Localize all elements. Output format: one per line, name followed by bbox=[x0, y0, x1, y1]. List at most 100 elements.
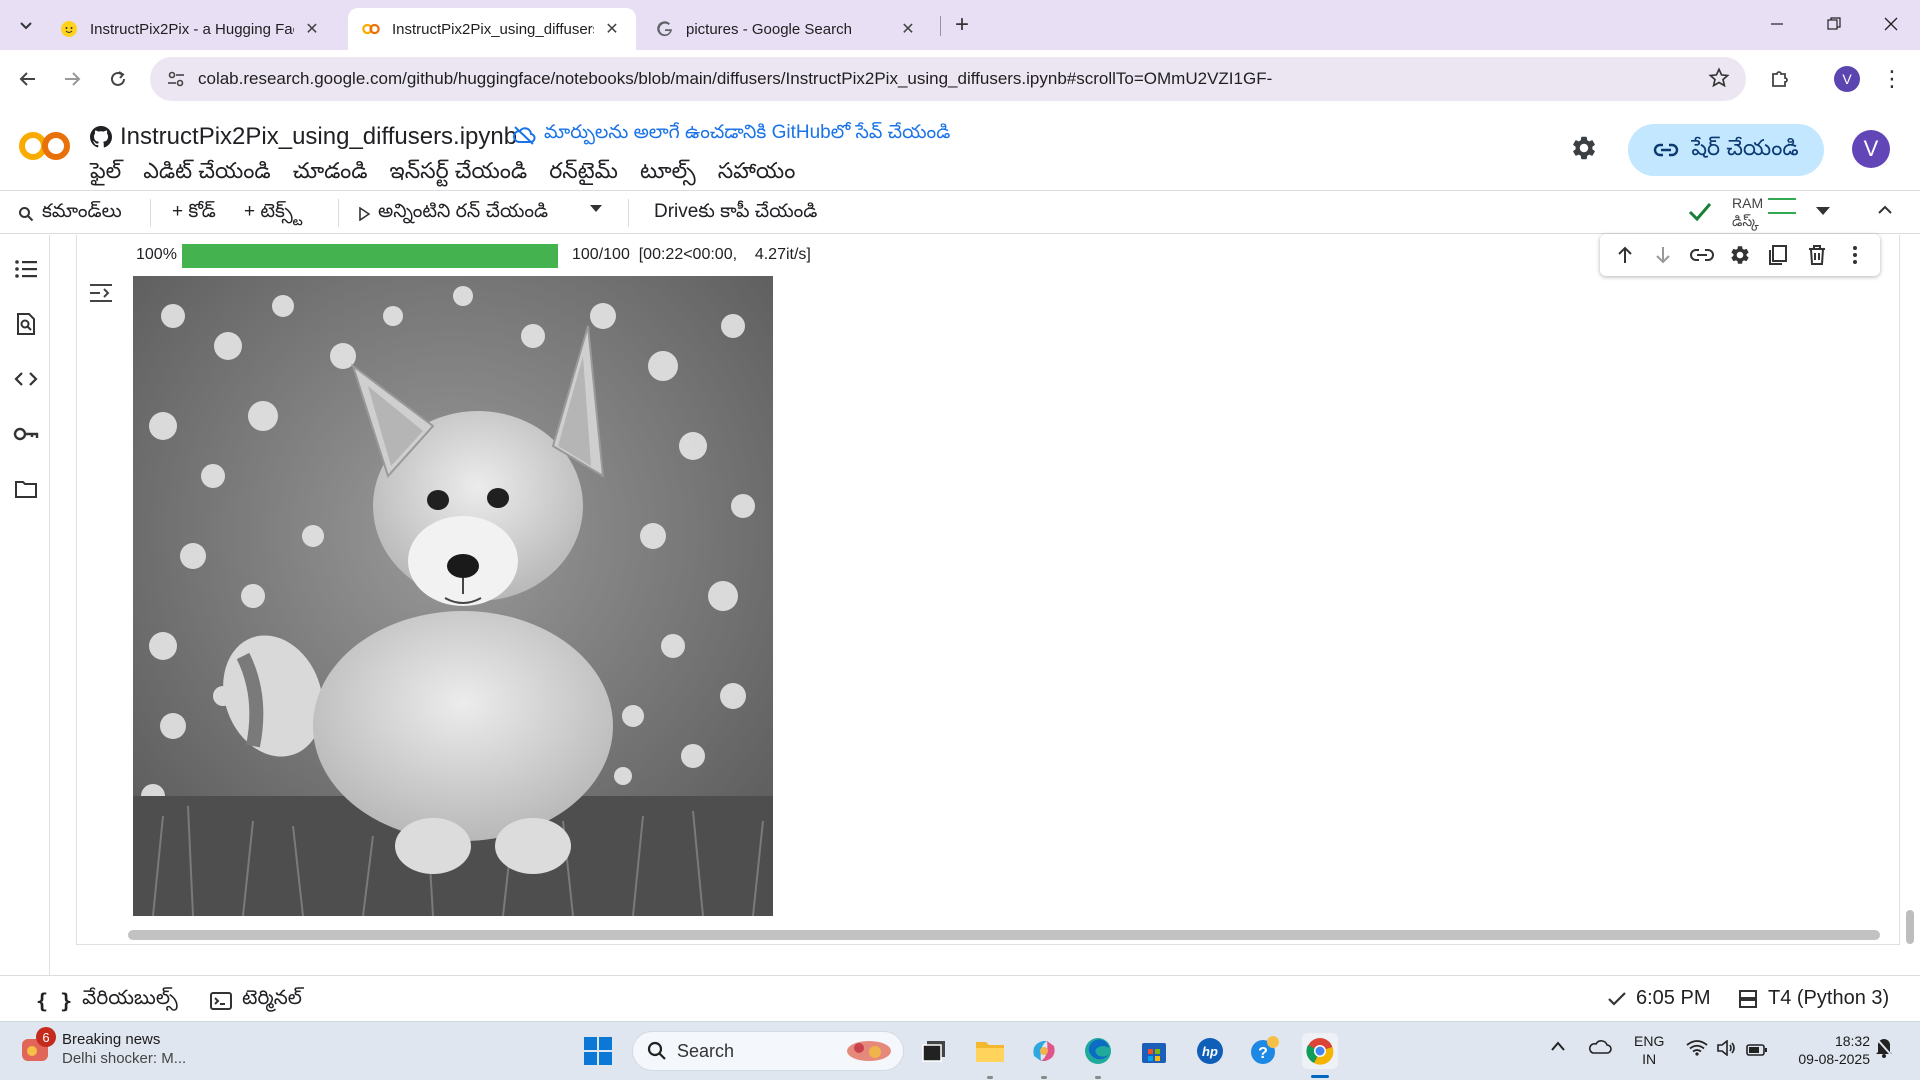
add-code-button[interactable]: + కోడ్ bbox=[172, 201, 216, 227]
output-actions-icon[interactable] bbox=[88, 282, 114, 309]
edge-button[interactable] bbox=[1080, 1033, 1116, 1069]
menu-insert[interactable]: ఇన్‌సర్ట్ చేయండి bbox=[390, 158, 528, 189]
chrome-profile-avatar[interactable]: V bbox=[1834, 66, 1860, 92]
tab-title: pictures - Google Search bbox=[686, 20, 852, 38]
menu-help[interactable]: సహాయం bbox=[718, 158, 796, 189]
battery-icon[interactable] bbox=[1746, 1042, 1768, 1060]
move-cell-down-icon[interactable] bbox=[1648, 240, 1678, 270]
extensions-button[interactable] bbox=[1764, 63, 1796, 95]
puzzle-icon bbox=[1772, 71, 1788, 87]
hp-app-button[interactable]: hp bbox=[1192, 1033, 1228, 1069]
tab-search-dropdown[interactable] bbox=[12, 12, 40, 38]
news-widget[interactable]: 6 Breaking news Delhi shocker: M... bbox=[20, 1027, 186, 1068]
file-explorer-button[interactable] bbox=[972, 1033, 1008, 1069]
copy-to-drive-label: Driveకు కాపీ చేయండి bbox=[654, 201, 818, 222]
new-tab-button[interactable]: + bbox=[948, 11, 976, 38]
resources-indicator[interactable]: RAM డిస్క్ bbox=[1732, 194, 1796, 230]
close-window-button[interactable] bbox=[1862, 0, 1920, 48]
active-app-indicator bbox=[1311, 1075, 1329, 1078]
code-snippets-icon[interactable] bbox=[12, 365, 40, 393]
notebook-title[interactable]: InstructPix2Pix_using_diffusers.ipynb bbox=[90, 123, 517, 151]
secrets-key-icon[interactable] bbox=[12, 420, 40, 448]
windows-taskbar: 6 Breaking news Delhi shocker: M... Sear… bbox=[0, 1021, 1920, 1080]
url-text[interactable]: colab.research.google.com/github/hugging… bbox=[198, 69, 1272, 89]
menu-runtime[interactable]: రన్‌టైమ్ bbox=[549, 158, 618, 189]
volume-icon[interactable] bbox=[1716, 1039, 1736, 1060]
tab-separator bbox=[940, 16, 941, 36]
add-text-button[interactable]: + టెక్స్ట్ bbox=[244, 201, 302, 227]
address-bar[interactable]: colab.research.google.com/github/hugging… bbox=[150, 57, 1746, 101]
run-all-button[interactable]: అన్నింటిని రన్ చేయండి bbox=[358, 201, 548, 227]
find-replace-icon[interactable] bbox=[12, 310, 40, 338]
language-indicator[interactable]: ENG IN bbox=[1634, 1032, 1664, 1068]
copy-to-drive-button[interactable]: Driveకు కాపీ చేయండి bbox=[654, 201, 817, 227]
minimize-button[interactable] bbox=[1748, 0, 1806, 48]
save-to-github-link[interactable]: మార్పులను అలాగే ఉంచడానికి GitHubలో సేవ్ … bbox=[512, 122, 950, 148]
terminal-button[interactable]: టెర్మినల్ bbox=[210, 987, 302, 1014]
last-execution-status[interactable]: 6:05 PM bbox=[1608, 987, 1710, 1010]
vertical-scrollbar[interactable] bbox=[1906, 910, 1914, 944]
restore-button[interactable] bbox=[1805, 0, 1863, 48]
resources-dropdown-icon[interactable] bbox=[1816, 203, 1830, 221]
menu-tools[interactable]: టూల్స్ bbox=[640, 158, 696, 189]
taskbar-search[interactable]: Search bbox=[632, 1031, 904, 1071]
close-tab-icon[interactable]: ✕ bbox=[602, 19, 622, 39]
menu-view[interactable]: చూడండి bbox=[293, 158, 368, 189]
files-folder-icon[interactable] bbox=[12, 475, 40, 503]
mirror-cell-icon[interactable] bbox=[1763, 240, 1793, 270]
wifi-icon[interactable] bbox=[1686, 1040, 1708, 1060]
tab-colab-notebook[interactable]: InstructPix2Pix_using_diffusers.ip ✕ bbox=[348, 8, 636, 50]
link-to-cell-icon[interactable] bbox=[1687, 240, 1717, 270]
help-app-button[interactable]: ? bbox=[1246, 1033, 1282, 1069]
browser-tabstrip: InstructPix2Pix - a Hugging Face ✕ Instr… bbox=[0, 0, 1920, 50]
taskbar-search-placeholder: Search bbox=[677, 1040, 735, 1061]
clock[interactable]: 18:32 09-08-2025 bbox=[1786, 1032, 1870, 1068]
horizontal-scrollbar[interactable] bbox=[128, 930, 1880, 940]
runtime-label: T4 (Python 3) bbox=[1768, 987, 1890, 1009]
progress-bar-fill bbox=[182, 244, 558, 268]
language-bottom: IN bbox=[1642, 1051, 1657, 1067]
collapse-header-icon[interactable] bbox=[1876, 201, 1894, 224]
reload-button[interactable] bbox=[102, 63, 134, 95]
chevron-up-icon bbox=[1551, 1041, 1565, 1051]
notebook-title-text: InstructPix2Pix_using_diffusers.ipynb bbox=[120, 123, 518, 150]
site-info-icon[interactable] bbox=[154, 57, 198, 101]
tab-google-search[interactable]: pictures - Google Search ✕ bbox=[642, 8, 932, 50]
run-all-dropdown[interactable] bbox=[590, 205, 602, 213]
colab-logo[interactable] bbox=[18, 126, 72, 172]
cell-settings-gear-icon[interactable] bbox=[1725, 240, 1755, 270]
copilot-button[interactable] bbox=[1026, 1033, 1062, 1069]
close-tab-icon[interactable]: ✕ bbox=[302, 19, 322, 39]
menu-bar: ఫైల్ ఎడిట్ చేయండి చూడండి ఇన్‌సర్ట్ చేయండ… bbox=[90, 158, 795, 189]
close-tab-icon[interactable]: ✕ bbox=[898, 19, 918, 39]
show-hidden-icons[interactable] bbox=[1550, 1038, 1566, 1056]
share-button[interactable]: షేర్ చేయండి bbox=[1628, 124, 1824, 176]
menu-file[interactable]: ఫైల్ bbox=[90, 158, 121, 189]
forward-button[interactable] bbox=[56, 63, 88, 95]
more-options-icon[interactable] bbox=[1840, 240, 1870, 270]
task-view-button[interactable] bbox=[916, 1033, 952, 1069]
back-button[interactable] bbox=[12, 63, 44, 95]
chevron-down-icon bbox=[20, 22, 32, 30]
table-of-contents-icon[interactable] bbox=[12, 255, 40, 283]
commands-button[interactable]: కమాండ్‌లు bbox=[18, 201, 122, 227]
onedrive-icon[interactable] bbox=[1588, 1039, 1612, 1059]
notifications-bell-icon[interactable] bbox=[1874, 1036, 1894, 1062]
link-icon bbox=[1654, 143, 1679, 157]
bookmark-star-icon[interactable] bbox=[1708, 67, 1730, 94]
variables-button[interactable]: { } వేరియబుల్స్ bbox=[36, 987, 178, 1014]
delete-cell-icon[interactable] bbox=[1802, 240, 1832, 270]
tab-huggingface[interactable]: InstructPix2Pix - a Hugging Face ✕ bbox=[46, 8, 336, 50]
move-cell-up-icon[interactable] bbox=[1610, 240, 1640, 270]
menu-edit[interactable]: ఎడిట్ చేయండి bbox=[143, 158, 270, 189]
start-button[interactable] bbox=[580, 1033, 616, 1069]
connected-check-icon[interactable] bbox=[1688, 201, 1712, 228]
google-favicon-icon bbox=[656, 20, 674, 38]
account-avatar[interactable]: V bbox=[1852, 130, 1890, 168]
microsoft-store-button[interactable] bbox=[1136, 1033, 1172, 1069]
runtime-indicator[interactable]: T4 (Python 3) bbox=[1738, 987, 1889, 1010]
chrome-button[interactable] bbox=[1302, 1033, 1338, 1069]
settings-gear-icon[interactable] bbox=[1570, 134, 1598, 167]
chrome-menu-icon[interactable]: ⋮ bbox=[1881, 64, 1903, 94]
ram-label: RAM bbox=[1732, 195, 1764, 211]
